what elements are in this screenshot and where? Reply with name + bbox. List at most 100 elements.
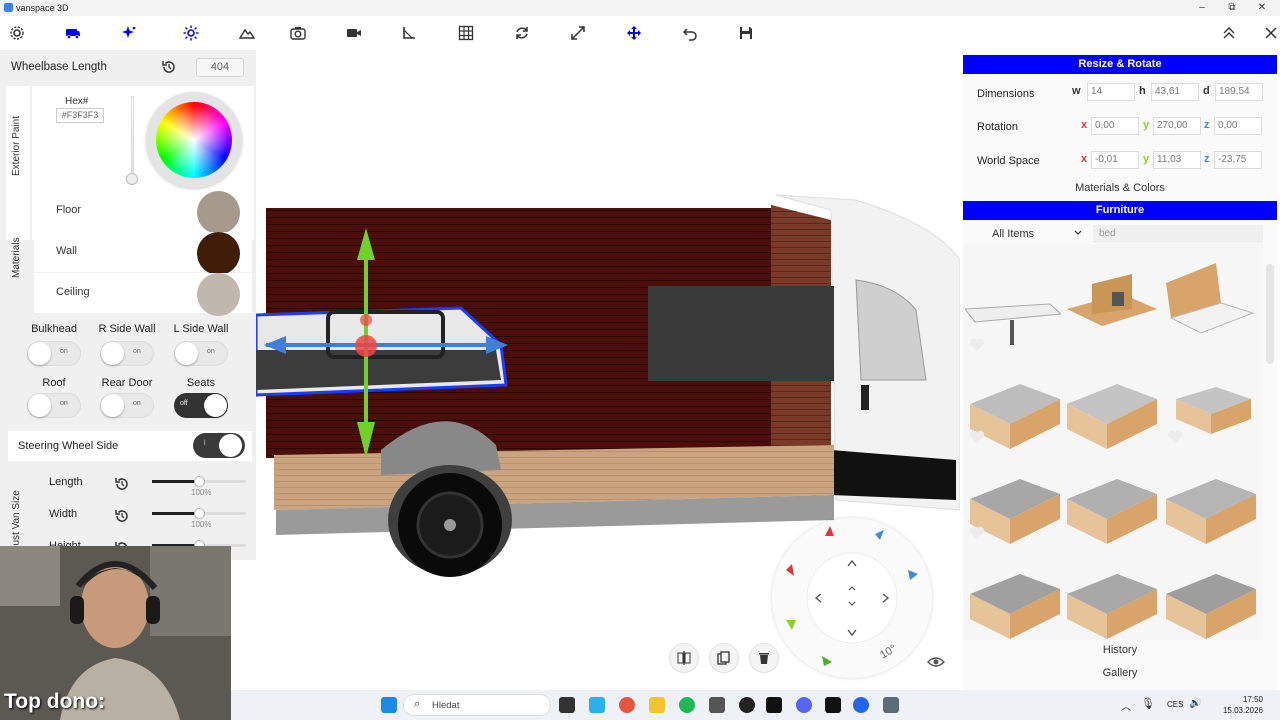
materials-colors-link[interactable]: Materials & Colors xyxy=(963,182,1277,194)
unity-icon[interactable] xyxy=(825,697,841,713)
favorite-heart-icon[interactable] xyxy=(969,430,985,444)
close-icon[interactable] xyxy=(1260,22,1280,44)
furniture-search-input[interactable]: bed xyxy=(1093,225,1263,243)
ruler-icon[interactable] xyxy=(398,22,420,44)
save-icon[interactable] xyxy=(735,22,757,44)
taskbar-search[interactable]: ⌕ Hledat xyxy=(403,694,551,716)
r-side-wall-toggle[interactable]: on xyxy=(100,341,154,366)
dimension-w-input[interactable]: 14 xyxy=(1087,83,1135,101)
world-z-input[interactable]: -23,75 xyxy=(1214,151,1262,169)
material-row-ceiling[interactable]: Ceiling xyxy=(34,273,252,316)
clock[interactable]: 17:50 15.03.2026 xyxy=(1203,694,1263,716)
mountain-icon[interactable] xyxy=(236,22,258,44)
furniture-item[interactable] xyxy=(1062,264,1158,354)
van-icon[interactable] xyxy=(62,22,84,44)
collapse-up-icon[interactable] xyxy=(1218,22,1240,44)
microphone-icon[interactable]: 🎙 xyxy=(1141,697,1155,710)
furniture-item[interactable] xyxy=(965,464,1061,554)
hex-input[interactable]: #F3F3F3 xyxy=(56,108,104,123)
category-select[interactable]: All Items xyxy=(977,226,1087,244)
video-icon[interactable] xyxy=(343,22,365,44)
material-swatch-floor[interactable] xyxy=(197,191,240,234)
length-slider-knob[interactable] xyxy=(194,476,205,487)
discord-icon[interactable] xyxy=(796,697,812,713)
dimension-h-input[interactable]: 43,61 xyxy=(1151,83,1199,101)
history-reset-icon[interactable] xyxy=(114,508,130,524)
furniture-item[interactable] xyxy=(1062,369,1158,459)
browser-icon[interactable] xyxy=(853,697,869,713)
bulkhead-toggle[interactable]: on xyxy=(27,341,81,366)
width-percent: 100% xyxy=(191,520,212,529)
rear-door-toggle[interactable]: on xyxy=(100,393,154,418)
furniture-item[interactable] xyxy=(1161,559,1257,640)
furniture-item[interactable] xyxy=(1062,464,1158,554)
furniture-item[interactable] xyxy=(1161,258,1257,348)
material-row-wall[interactable]: Wall xyxy=(34,232,252,275)
tray-chevron-icon[interactable]: ︿ xyxy=(1121,698,1131,713)
seats-toggle[interactable]: off xyxy=(174,393,228,418)
gallery-link[interactable]: Gallery xyxy=(963,667,1277,679)
calculator-icon[interactable] xyxy=(709,697,725,713)
material-swatch-ceiling[interactable] xyxy=(197,273,240,316)
steering-wheel-toggle[interactable]: l xyxy=(193,433,245,458)
roof-toggle[interactable]: on xyxy=(27,393,81,418)
maximize-button[interactable]: ⧉ xyxy=(1218,1,1246,15)
capcut-icon[interactable] xyxy=(766,697,782,713)
spotify-icon[interactable] xyxy=(679,697,695,713)
close-window-button[interactable]: ✕ xyxy=(1248,1,1276,15)
world-x-input[interactable]: -0,01 xyxy=(1091,151,1139,169)
width-slider[interactable] xyxy=(152,508,246,519)
furniture-item[interactable] xyxy=(1161,369,1257,459)
furniture-scrollbar[interactable] xyxy=(1266,264,1274,364)
material-row-floor[interactable]: Floor xyxy=(34,191,252,234)
l-side-wall-toggle[interactable]: on xyxy=(174,341,228,366)
length-slider-row: Length 100% xyxy=(34,470,252,500)
minimize-button[interactable]: – xyxy=(1188,1,1216,15)
brightness-slider-knob[interactable] xyxy=(126,173,138,185)
task-view-icon[interactable] xyxy=(559,697,575,713)
undo-icon[interactable] xyxy=(679,22,701,44)
resize-rotate-header[interactable]: Resize & Rotate xyxy=(963,55,1277,74)
expand-icon[interactable] xyxy=(567,22,589,44)
world-y-input[interactable]: 11,03 xyxy=(1153,151,1201,169)
favorite-heart-icon[interactable] xyxy=(969,526,985,540)
settings-app-icon[interactable] xyxy=(883,697,899,713)
favorite-heart-icon[interactable] xyxy=(969,338,985,352)
color-wheel[interactable] xyxy=(146,92,242,188)
duplicate-icon[interactable] xyxy=(709,643,739,673)
furniture-item[interactable] xyxy=(965,369,1061,459)
firefox-icon[interactable] xyxy=(619,697,635,713)
grid-icon[interactable] xyxy=(455,22,477,44)
history-link[interactable]: History xyxy=(963,644,1277,656)
sparkle-icon[interactable] xyxy=(118,22,140,44)
brightness-slider[interactable] xyxy=(131,96,134,178)
width-slider-knob[interactable] xyxy=(194,508,205,519)
obs-icon[interactable] xyxy=(739,697,755,713)
eye-icon[interactable] xyxy=(921,647,951,677)
gear-icon[interactable] xyxy=(6,22,28,44)
camera-icon[interactable] xyxy=(287,22,309,44)
furniture-item[interactable] xyxy=(965,559,1061,640)
sun-icon[interactable] xyxy=(180,22,202,44)
snipping-icon[interactable] xyxy=(589,697,605,713)
furniture-item[interactable] xyxy=(1062,559,1158,640)
dimension-d-input[interactable]: 189,54 xyxy=(1215,83,1263,101)
wheelbase-input[interactable]: 404 xyxy=(196,58,244,77)
history-reset-icon[interactable] xyxy=(114,476,130,492)
rotation-z-input[interactable]: 0,00 xyxy=(1214,117,1262,135)
mirror-icon[interactable] xyxy=(669,643,699,673)
material-swatch-wall[interactable] xyxy=(197,232,240,275)
length-slider[interactable] xyxy=(152,476,246,487)
favorite-heart-icon[interactable] xyxy=(1167,430,1183,444)
furniture-header[interactable]: Furniture xyxy=(963,201,1277,220)
furniture-item[interactable] xyxy=(1161,464,1257,554)
folder-icon[interactable] xyxy=(649,697,665,713)
history-reset-icon[interactable] xyxy=(161,59,177,75)
rotation-y-input[interactable]: 270,00 xyxy=(1153,117,1201,135)
windows-start-icon[interactable] xyxy=(381,697,397,713)
move-icon[interactable] xyxy=(623,22,645,44)
rotate-icon[interactable] xyxy=(511,22,533,44)
volume-icon[interactable]: 🔊 xyxy=(1189,698,1201,709)
rotation-x-input[interactable]: 0,00 xyxy=(1091,117,1139,135)
language-indicator[interactable]: CES xyxy=(1167,700,1183,709)
